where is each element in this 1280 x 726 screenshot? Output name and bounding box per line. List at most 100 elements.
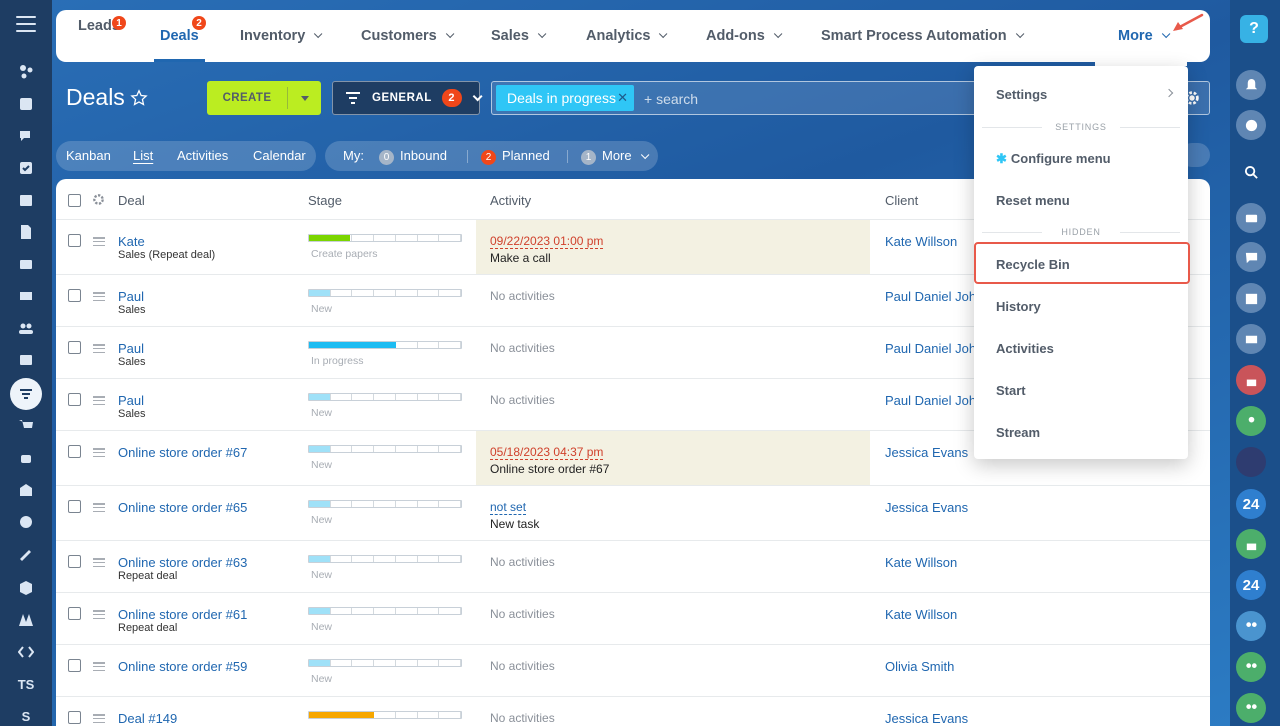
row-menu-icon[interactable] (93, 610, 105, 619)
stage-progress[interactable] (308, 711, 462, 719)
stage-progress[interactable] (308, 341, 462, 349)
group-green-icon[interactable] (1236, 652, 1266, 682)
nav-sales[interactable]: Sales (491, 10, 547, 62)
deal-title-link[interactable]: Online store order #67 (118, 445, 247, 460)
client-link[interactable]: Kate Willson (885, 234, 957, 249)
feed-icon[interactable] (10, 88, 42, 120)
star-icon[interactable] (130, 89, 148, 107)
row-menu-icon[interactable] (93, 558, 105, 567)
group-green-icon-2[interactable] (1236, 693, 1266, 723)
help-icon[interactable]: ? (1240, 15, 1268, 43)
create-button[interactable]: CREATE (207, 81, 321, 115)
deal-title-link[interactable]: Paul (118, 393, 144, 408)
deal-title-link[interactable]: Deal #149 (118, 711, 177, 726)
bitrix24-icon-2[interactable]: 24 (1236, 570, 1266, 600)
row-checkbox[interactable] (68, 289, 81, 302)
s-avatar[interactable]: S (10, 700, 42, 726)
activity-deadline[interactable]: 09/22/2023 01:00 pm (490, 235, 604, 249)
stage-progress[interactable] (308, 659, 462, 667)
stage-progress[interactable] (308, 289, 462, 297)
card-chat-icon[interactable] (1236, 324, 1266, 354)
row-menu-icon[interactable] (93, 448, 105, 457)
nav-smart-process[interactable]: Smart Process Automation (821, 10, 1024, 62)
search-icon[interactable] (1236, 157, 1266, 187)
code-icon[interactable] (10, 636, 42, 668)
col-stage[interactable]: Stage (308, 193, 342, 208)
menu-item-settings[interactable]: Settings (996, 87, 1047, 102)
create-dropdown-icon[interactable] (288, 95, 321, 101)
tab-calendar[interactable]: Calendar (253, 148, 306, 163)
client-link[interactable]: Olivia Smith (885, 659, 954, 674)
row-checkbox[interactable] (68, 445, 81, 458)
col-activity[interactable]: Activity (490, 193, 531, 208)
sitemap-icon[interactable] (10, 56, 42, 88)
row-checkbox[interactable] (68, 607, 81, 620)
nav-inventory[interactable]: Inventory (240, 10, 323, 62)
row-menu-icon[interactable] (93, 714, 105, 723)
row-checkbox[interactable] (68, 711, 81, 724)
client-link[interactable]: Jessica Evans (885, 711, 968, 726)
galaxy-avatar-icon[interactable] (1236, 447, 1266, 477)
more-counter[interactable]: 1 More (581, 148, 649, 165)
menu-item-reset[interactable]: Reset menu (996, 193, 1070, 208)
contact-card-icon[interactable] (1236, 203, 1266, 233)
filter-chip[interactable]: Deals in progress ✕ (496, 85, 634, 111)
table-row[interactable]: Deal #149 No activities Jessica Evans (56, 697, 1210, 726)
deal-title-link[interactable]: Paul (118, 341, 144, 356)
planned-counter[interactable]: 2 Planned (481, 148, 550, 165)
activity-subject[interactable]: New task (490, 517, 539, 531)
inbound-counter[interactable]: 0 Inbound (379, 148, 447, 165)
row-menu-icon[interactable] (93, 396, 105, 405)
sign-icon[interactable] (10, 538, 42, 570)
row-menu-icon[interactable] (93, 662, 105, 671)
drive-icon[interactable] (10, 248, 42, 280)
group-icon[interactable] (1236, 611, 1266, 641)
robot-icon[interactable] (10, 442, 42, 474)
table-row[interactable]: Online store order #61 Repeat deal New No a… (56, 593, 1210, 645)
search-input[interactable]: + search (644, 91, 698, 107)
row-checkbox[interactable] (68, 234, 81, 247)
table-row[interactable]: Online store order #59 New No activities Ol… (56, 645, 1210, 697)
client-link[interactable]: Kate Willson (885, 555, 957, 570)
market-icon[interactable] (10, 604, 42, 636)
nav-customers[interactable]: Customers (361, 10, 455, 62)
menu-item-history[interactable]: History (996, 299, 1041, 314)
ts-avatar[interactable]: TS (10, 668, 42, 700)
row-menu-icon[interactable] (93, 237, 105, 246)
deal-title-link[interactable]: Online store order #65 (118, 500, 247, 515)
row-checkbox[interactable] (68, 500, 81, 513)
crm-icon[interactable] (10, 378, 42, 410)
row-checkbox[interactable] (68, 341, 81, 354)
chat-icon[interactable] (10, 120, 42, 152)
activity-deadline[interactable]: not set (490, 501, 527, 515)
table-row[interactable]: Online store order #65 New not set New task… (56, 486, 1210, 541)
stage-progress[interactable] (308, 500, 462, 508)
menu-item-start[interactable]: Start (996, 383, 1026, 398)
row-menu-icon[interactable] (93, 503, 105, 512)
nav-addons[interactable]: Add-ons (706, 10, 783, 62)
deal-title-link[interactable]: Paul (118, 289, 144, 304)
activity-subject[interactable]: Make a call (490, 251, 551, 265)
row-menu-icon[interactable] (93, 292, 105, 301)
tab-list[interactable]: List (133, 148, 153, 163)
document-icon[interactable] (10, 216, 42, 248)
nav-more[interactable]: More (1118, 10, 1171, 62)
cart-icon[interactable] (10, 410, 42, 442)
tab-activities[interactable]: Activities (177, 148, 228, 163)
contacts-icon[interactable] (10, 344, 42, 376)
user-avatar-icon[interactable] (1236, 406, 1266, 436)
row-checkbox[interactable] (68, 659, 81, 672)
tab-kanban[interactable]: Kanban (66, 148, 111, 163)
stage-progress[interactable] (308, 393, 462, 401)
lock-green-icon[interactable] (1236, 529, 1266, 559)
stage-progress[interactable] (308, 555, 462, 563)
open-lines-icon[interactable] (1236, 242, 1266, 272)
calendar-icon[interactable] (10, 184, 42, 216)
client-link[interactable]: Jessica Evans (885, 500, 968, 515)
nav-analytics[interactable]: Analytics (586, 10, 668, 62)
deal-title-link[interactable]: Kate (118, 234, 145, 249)
activity-deadline[interactable]: 05/18/2023 04:37 pm (490, 446, 604, 460)
activity-subject[interactable]: Online store order #67 (490, 462, 609, 476)
bitrix24-icon[interactable]: 24 (1236, 489, 1266, 519)
stage-progress[interactable] (308, 234, 462, 242)
